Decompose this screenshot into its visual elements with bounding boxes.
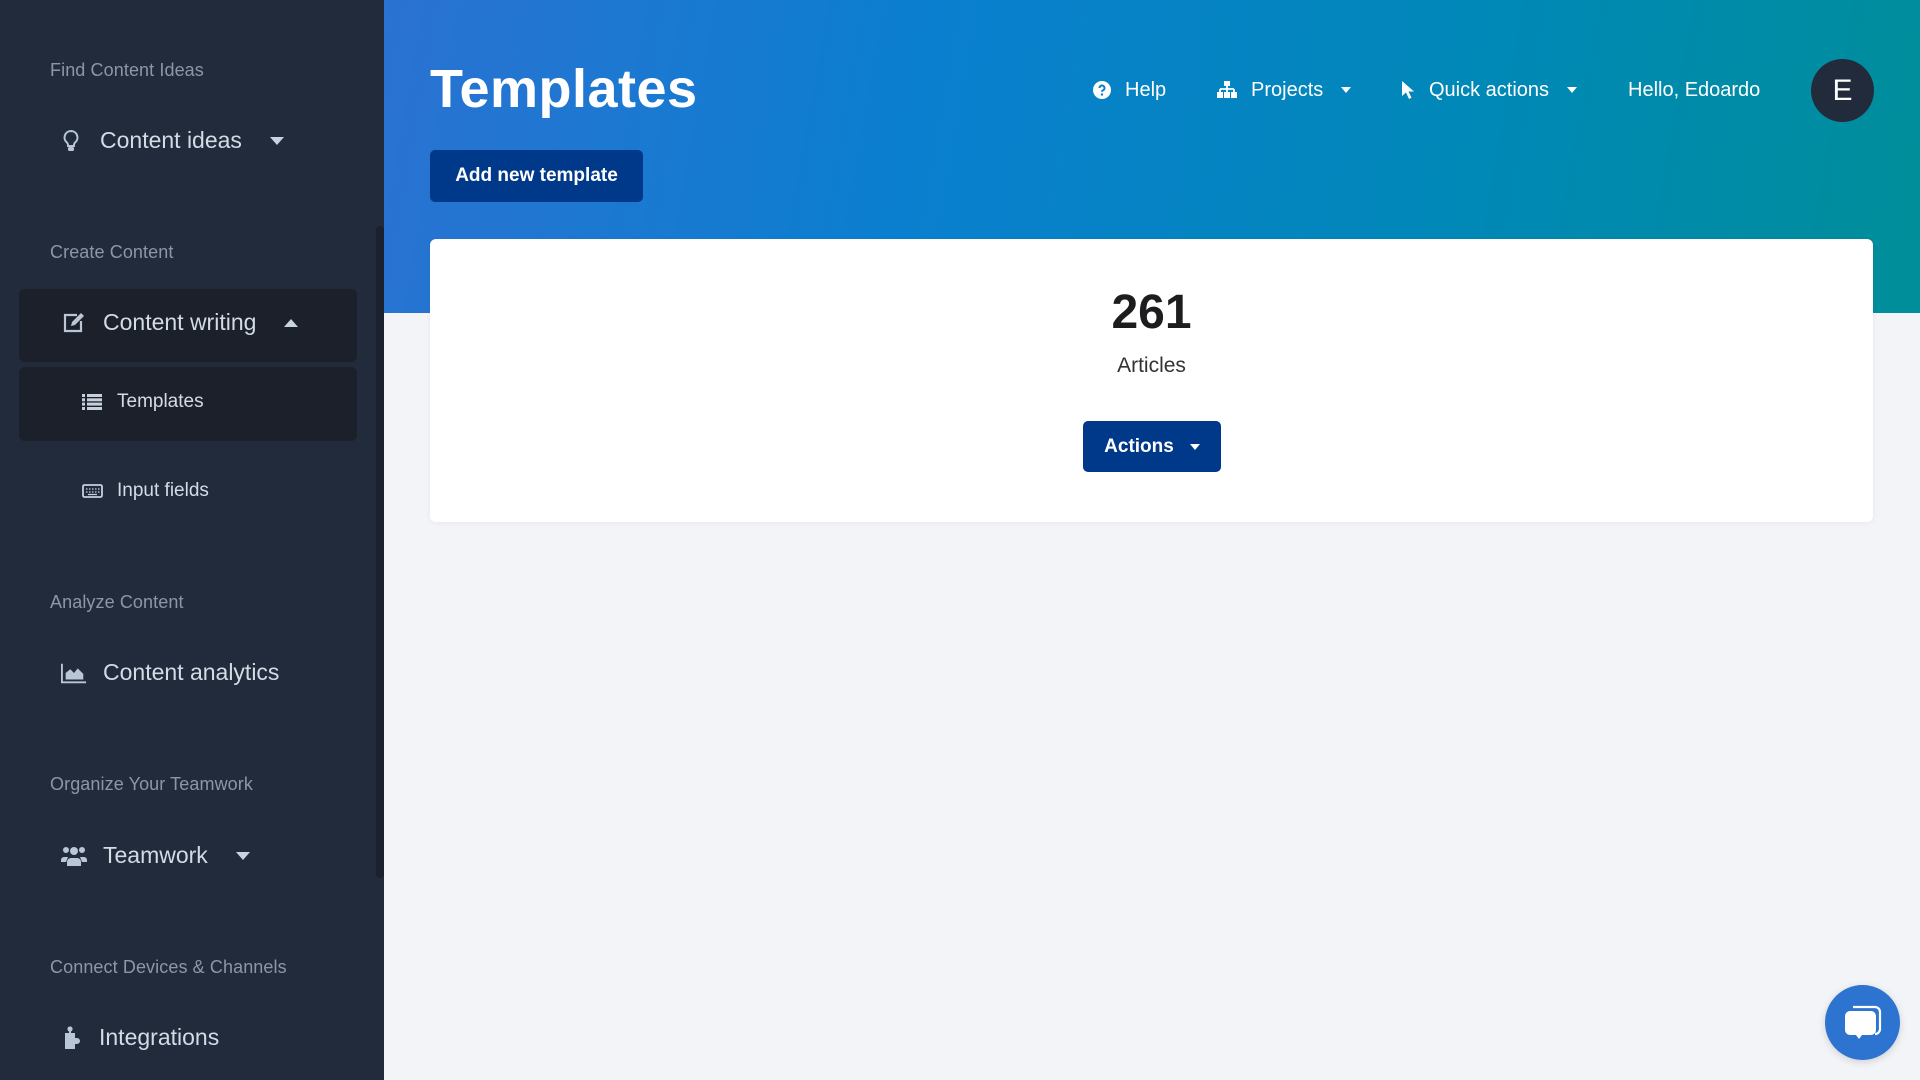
user-greeting[interactable]: Hello, Edoardo [1628, 72, 1760, 108]
user-avatar[interactable]: E [1811, 59, 1874, 122]
sidebar-item-label: Content analytics [103, 659, 280, 685]
chat-bubble-icon [1843, 1004, 1883, 1042]
greeting-label: Hello, Edoardo [1628, 78, 1761, 101]
cursor-icon [1401, 80, 1415, 100]
section-heading-create-content: Create Content [50, 242, 174, 262]
sidebar-item-label: Teamwork [103, 842, 208, 868]
chat-widget-button[interactable] [1825, 985, 1900, 1060]
lightbulb-icon [58, 129, 84, 153]
sidebar-item-label: Integrations [99, 1024, 220, 1050]
quick-actions-label: Quick actions [1429, 78, 1550, 101]
edit-icon [61, 311, 87, 335]
sidebar-item-label: Templates [117, 391, 204, 412]
articles-count: 261 [1111, 286, 1192, 339]
articles-count-label: Articles [1117, 354, 1186, 377]
list-icon [81, 394, 103, 410]
section-heading-organize-teamwork: Organize Your Teamwork [50, 774, 253, 794]
sidebar-item-label: Input fields [117, 480, 209, 501]
area-chart-icon [61, 661, 87, 685]
sidebar: Find Content Ideas Content ideas Create … [0, 0, 384, 1080]
sitemap-icon [1217, 81, 1237, 99]
section-heading-connect-devices: Connect Devices & Channels [50, 957, 287, 977]
add-new-template-button[interactable]: Add new template [430, 150, 643, 202]
articles-summary-card: 261 Articles Actions [430, 239, 1873, 522]
sidebar-item-content-analytics[interactable]: Content analytics [61, 659, 279, 686]
keyboard-icon [81, 484, 103, 498]
page-title: Templates [430, 59, 698, 119]
users-icon [61, 844, 87, 868]
sidebar-item-integrations[interactable]: Integrations [61, 1024, 219, 1051]
sidebar-scrollbar[interactable] [376, 226, 384, 878]
sidebar-subitem-templates[interactable]: Templates [81, 391, 204, 413]
help-link[interactable]: Help [1093, 72, 1166, 108]
actions-label: Actions [1104, 435, 1174, 457]
help-label: Help [1125, 78, 1167, 101]
sidebar-item-teamwork[interactable]: Teamwork [61, 842, 250, 869]
quick-actions-dropdown[interactable]: Quick actions [1401, 72, 1578, 108]
sidebar-subitem-input-fields[interactable]: Input fields [81, 480, 209, 502]
sidebar-item-label: Content ideas [100, 127, 242, 153]
chevron-down-icon [1341, 87, 1352, 93]
chevron-down-icon [1189, 443, 1200, 450]
sidebar-item-content-ideas[interactable]: Content ideas [58, 127, 284, 154]
chevron-up-icon [284, 318, 299, 327]
chevron-down-icon [269, 136, 284, 145]
projects-label: Projects [1251, 78, 1324, 101]
chevron-down-icon [1567, 87, 1578, 93]
projects-dropdown[interactable]: Projects [1217, 72, 1352, 108]
section-heading-find-ideas: Find Content Ideas [50, 60, 204, 80]
chevron-down-icon [235, 851, 250, 860]
section-heading-analyze-content: Analyze Content [50, 592, 184, 612]
puzzle-icon [61, 1025, 87, 1050]
sidebar-item-label: Content writing [103, 309, 257, 335]
sidebar-item-content-writing[interactable]: Content writing [61, 309, 299, 336]
question-circle-icon [1093, 81, 1111, 99]
actions-dropdown-button[interactable]: Actions [1083, 421, 1221, 472]
